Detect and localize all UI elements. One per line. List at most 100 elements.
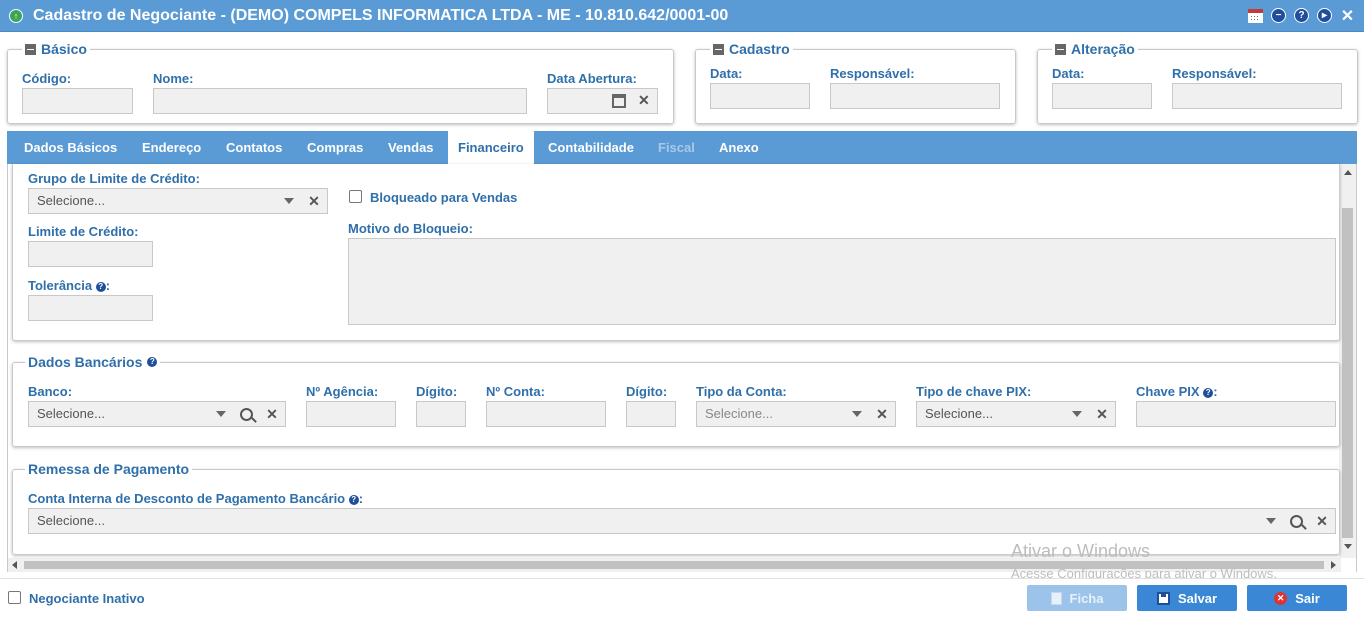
chevron-down-icon[interactable] [849,402,865,426]
exit-button[interactable]: ✕ Sair [1247,585,1347,611]
window-title: Cadastro de Negociante - (DEMO) COMPELS … [33,7,729,24]
vertical-scrollbar[interactable] [1339,164,1356,558]
chevron-down-icon[interactable] [1069,402,1085,426]
help-icon[interactable]: ? [1203,388,1214,398]
floppy-icon [1156,591,1170,605]
window-controls: − ? ▸ ✕ [1247,7,1356,25]
tab-vendas[interactable]: Vendas [388,131,434,164]
digito-conta-input[interactable] [626,401,676,427]
clear-icon[interactable]: ✕ [264,402,280,426]
data-abertura-input[interactable]: ✕ [547,88,658,114]
scroll-left-icon[interactable] [12,561,17,569]
data-abertura-label: Data Abertura: [547,71,637,86]
motivo-bloqueio-textarea[interactable] [348,238,1336,325]
scroll-down-icon[interactable] [1344,544,1352,549]
clear-icon[interactable]: ✕ [306,189,322,213]
alteracao-responsavel-label: Responsável: [1172,66,1257,81]
basico-legend[interactable]: Básico [22,41,90,57]
app-icon: ↑ [9,9,23,23]
tab-dados-basicos[interactable]: Dados Básicos [24,131,117,164]
ficha-button: Ficha [1027,585,1127,611]
cadastro-responsavel-label: Responsável: [830,66,915,81]
inativo-label: Negociante Inativo [29,591,145,606]
banco-label: Banco: [28,384,73,399]
agencia-input[interactable] [306,401,396,427]
next-icon[interactable]: ▸ [1316,7,1333,24]
banco-select[interactable]: Selecione... ✕ [28,401,286,427]
grupo-limite-value: Selecione... [37,193,105,208]
alteracao-responsavel-field [1172,83,1342,109]
nome-input[interactable] [153,88,527,114]
collapse-icon[interactable] [713,43,724,55]
banco-value: Selecione... [37,406,105,421]
bloqueado-label: Bloqueado para Vendas [370,190,518,205]
scroll-up-icon[interactable] [1344,170,1352,175]
tipo-pix-select[interactable]: Selecione... ✕ [916,401,1116,427]
conta-label: Nº Conta: [486,384,545,399]
clear-icon[interactable]: ✕ [874,402,890,426]
dados-bancarios-legend: Dados Bancários? [25,354,161,370]
bloqueado-checkbox[interactable] [349,190,362,203]
alteracao-data-field [1052,83,1152,109]
scroll-right-icon[interactable] [1331,561,1336,569]
search-icon[interactable] [1287,509,1305,533]
tipo-conta-select[interactable]: Selecione... ✕ [696,401,896,427]
calendar-icon[interactable] [1247,7,1264,24]
help-icon[interactable]: ? [348,495,359,505]
tolerancia-label: Tolerância ?: [28,278,111,293]
tab-contabilidade[interactable]: Contabilidade [548,131,634,164]
chevron-down-icon[interactable] [281,189,297,213]
codigo-label: Código: [22,71,72,86]
tab-bar: Dados Básicos Endereço Contatos Compras … [7,131,1357,164]
grupo-limite-select[interactable]: Selecione... ✕ [28,188,328,214]
clear-icon[interactable]: ✕ [638,92,650,109]
conta-input[interactable] [486,401,606,427]
alteracao-data-label: Data: [1052,66,1085,81]
alteracao-legend[interactable]: Alteração [1052,41,1138,57]
digito-conta-label: Dígito: [626,384,668,399]
search-icon[interactable] [237,402,255,426]
scroll-thumb[interactable] [1342,208,1353,538]
footer-bar: Negociante Inativo Ficha Salvar ✕ Sair [0,578,1364,618]
tab-anexo[interactable]: Anexo [719,131,759,164]
save-button[interactable]: Salvar [1137,585,1237,611]
conta-interna-value: Selecione... [37,513,105,528]
digito-agencia-label: Dígito: [416,384,458,399]
tipo-conta-label: Tipo da Conta: [696,384,787,399]
collapse-icon[interactable] [25,43,36,55]
cadastro-legend[interactable]: Cadastro [710,41,793,57]
conta-interna-select[interactable]: Selecione... ✕ [28,508,1336,534]
tipo-conta-value: Selecione... [705,406,773,421]
clear-icon[interactable]: ✕ [1094,402,1110,426]
cadastro-data-field [710,83,810,109]
remessa-legend: Remessa de Pagamento [25,461,193,477]
tab-contatos[interactable]: Contatos [226,131,282,164]
tab-compras[interactable]: Compras [307,131,363,164]
inativo-checkbox[interactable] [8,591,21,604]
motivo-bloqueio-label: Motivo do Bloqueio: [348,221,473,236]
digito-agencia-input[interactable] [416,401,466,427]
help-icon[interactable]: ? [95,282,106,292]
tab-endereco[interactable]: Endereço [142,131,201,164]
tolerancia-input[interactable] [28,295,153,321]
chevron-down-icon[interactable] [1263,509,1279,533]
chave-pix-input[interactable] [1136,401,1336,427]
tab-financeiro[interactable]: Financeiro [448,131,534,164]
grupo-limite-label: Grupo de Limite de Crédito: [28,171,200,186]
exit-icon: ✕ [1274,591,1288,605]
conta-interna-label: Conta Interna de Desconto de Pagamento B… [28,491,364,506]
help-icon[interactable]: ? [1293,7,1310,24]
tipo-pix-value: Selecione... [925,406,993,421]
help-icon[interactable]: ? [147,357,158,367]
nome-label: Nome: [153,71,194,86]
clear-icon[interactable]: ✕ [1314,509,1330,533]
chevron-down-icon[interactable] [213,402,229,426]
collapse-icon[interactable] [1055,43,1066,55]
limite-credito-input[interactable] [28,241,153,267]
agencia-label: Nº Agência: [306,384,379,399]
minimize-icon[interactable]: − [1270,7,1287,24]
cadastro-data-label: Data: [710,66,743,81]
codigo-input[interactable] [22,88,133,114]
calendar-icon[interactable] [612,94,626,108]
close-icon[interactable]: ✕ [1339,7,1356,25]
